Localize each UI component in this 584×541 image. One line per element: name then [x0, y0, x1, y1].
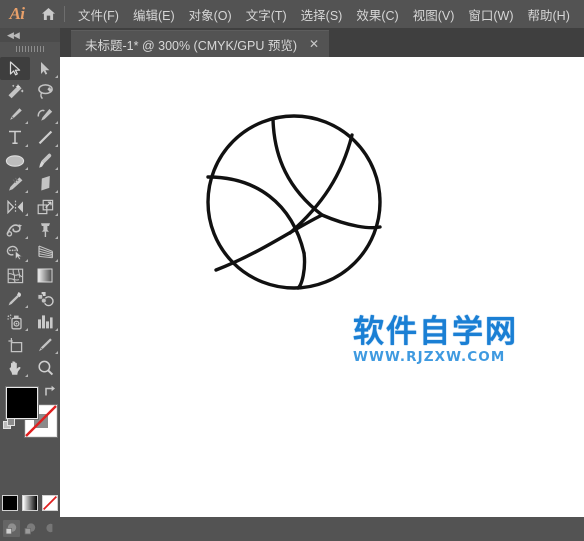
type-tool[interactable]: [0, 126, 30, 149]
tool-flyout-indicator: [55, 144, 58, 147]
tool-flyout-indicator: [25, 305, 28, 308]
draw-behind-mode[interactable]: [22, 520, 39, 537]
home-icon[interactable]: [34, 0, 62, 28]
selection-tool[interactable]: [0, 57, 30, 80]
shape-builder-tool[interactable]: [0, 241, 30, 264]
menu-object[interactable]: 对象(O): [182, 1, 239, 28]
rotate-tool[interactable]: [0, 195, 30, 218]
tools-panel-header: ◀◀: [0, 28, 60, 42]
tools-panel-drag-handle[interactable]: [0, 42, 60, 55]
tool-flyout-indicator: [25, 144, 28, 147]
tool-flyout-indicator: [25, 121, 28, 124]
tool-flyout-indicator: [25, 167, 28, 170]
tool-flyout-indicator: [55, 167, 58, 170]
ai-logo: Ai: [9, 4, 25, 23]
symbol-sprayer-tool[interactable]: [0, 310, 30, 333]
scale-tool[interactable]: [30, 195, 60, 218]
lasso-tool[interactable]: [30, 80, 60, 103]
free-transform-tool[interactable]: [30, 218, 60, 241]
menu-view[interactable]: 视图(V): [406, 1, 462, 28]
perspective-grid-tool[interactable]: [30, 241, 60, 264]
swap-fill-stroke-icon[interactable]: [43, 384, 57, 398]
eraser-tool[interactable]: [30, 172, 60, 195]
document-tab[interactable]: 未标题-1* @ 300% (CMYK/GPU 预览) ✕: [71, 30, 330, 57]
basketball-line-drawing[interactable]: [60, 57, 584, 517]
tool-flyout-indicator: [55, 259, 58, 262]
slice-tool[interactable]: [30, 333, 60, 356]
menu-file[interactable]: 文件(F): [71, 1, 126, 28]
document-tab-bar: 未标题-1* @ 300% (CMYK/GPU 预览) ✕: [60, 28, 584, 57]
watermark-url: WWW.RJZXW.COM: [353, 349, 506, 365]
draw-normal-mode[interactable]: [2, 519, 20, 537]
watermark-title: 软件自学网: [353, 314, 518, 350]
tool-flyout-indicator: [55, 190, 58, 193]
mesh-tool[interactable]: [0, 264, 30, 287]
tool-flyout-indicator: [25, 374, 28, 377]
gradient-tool[interactable]: [30, 264, 60, 287]
tool-flyout-indicator: [25, 328, 28, 331]
document-tab-label: 未标题-1* @ 300% (CMYK/GPU 预览): [85, 38, 298, 53]
menu-type[interactable]: 文字(T): [239, 1, 294, 28]
tool-flyout-indicator: [25, 213, 28, 216]
menu-item-list: 文件(F) 编辑(E) 对象(O) 文字(T) 选择(S) 效果(C) 视图(V…: [71, 1, 577, 28]
fill-stroke-control: [0, 383, 60, 441]
line-segment-tool[interactable]: [30, 126, 60, 149]
curvature-tool[interactable]: [30, 103, 60, 126]
direct-selection-tool[interactable]: [30, 57, 60, 80]
tool-flyout-indicator: [55, 328, 58, 331]
tool-flyout-indicator: [55, 75, 58, 78]
tool-flyout-indicator: [55, 236, 58, 239]
menu-divider: [64, 6, 65, 22]
zoom-tool[interactable]: [30, 356, 60, 379]
gradient-swatch[interactable]: [22, 495, 38, 511]
watermark: 软件自学网 WWW.RJZXW.COM: [353, 315, 518, 365]
document-canvas[interactable]: 软件自学网 WWW.RJZXW.COM: [60, 57, 584, 517]
tool-flyout-indicator: [25, 190, 28, 193]
ellipse-tool[interactable]: [0, 149, 30, 172]
eyedropper-tool[interactable]: [0, 287, 30, 310]
tool-flyout-indicator: [55, 121, 58, 124]
menu-bar: Ai 文件(F) 编辑(E) 对象(O) 文字(T) 选择(S) 效果(C) 视…: [0, 0, 584, 28]
close-icon[interactable]: ✕: [309, 38, 319, 50]
color-mode-swatches: [0, 490, 60, 516]
pen-tool[interactable]: [0, 103, 30, 126]
artboard-tool[interactable]: [0, 333, 30, 356]
tool-flyout-indicator: [25, 236, 28, 239]
none-swatch[interactable]: [42, 495, 58, 511]
color-swatch[interactable]: [2, 495, 18, 511]
column-graph-tool[interactable]: [30, 310, 60, 333]
paintbrush-tool[interactable]: [30, 149, 60, 172]
draw-inside-mode[interactable]: [41, 520, 58, 537]
default-fill-stroke-icon[interactable]: [3, 418, 16, 431]
magic-wand-tool[interactable]: [0, 80, 30, 103]
hand-tool[interactable]: [0, 356, 30, 379]
illustrator-window: Ai 文件(F) 编辑(E) 对象(O) 文字(T) 选择(S) 效果(C) 视…: [0, 0, 584, 537]
tool-flyout-indicator: [55, 213, 58, 216]
menu-edit[interactable]: 编辑(E): [126, 1, 182, 28]
menu-select[interactable]: 选择(S): [294, 1, 350, 28]
width-tool[interactable]: [0, 218, 30, 241]
collapse-panel-icon[interactable]: ◀◀: [7, 30, 20, 40]
menu-help[interactable]: 帮助(H): [521, 1, 577, 28]
tool-flyout-indicator: [55, 351, 58, 354]
shaper-tool[interactable]: [0, 172, 30, 195]
fill-color-swatch[interactable]: [6, 387, 38, 419]
draw-mode-group: [0, 515, 60, 541]
tools-panel: ◀◀: [0, 28, 60, 537]
tool-flyout-indicator: [25, 259, 28, 262]
blend-tool[interactable]: [30, 287, 60, 310]
menu-window[interactable]: 窗口(W): [461, 1, 520, 28]
tools-grid: [0, 55, 60, 379]
menu-effect[interactable]: 效果(C): [349, 1, 405, 28]
